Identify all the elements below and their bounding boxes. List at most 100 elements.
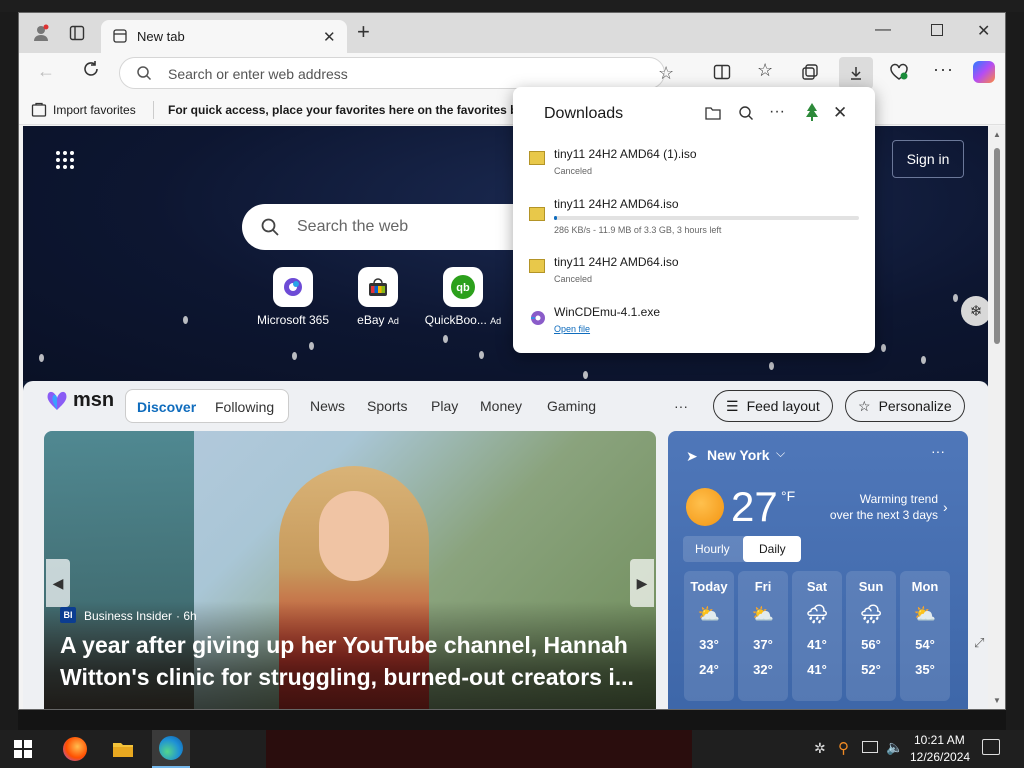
nav-news[interactable]: News: [310, 398, 345, 414]
msn-butterfly-icon: [47, 391, 67, 410]
forecast-day[interactable]: Fri ⛅ 37° 32°: [738, 571, 788, 701]
story-headline[interactable]: A year after giving up her YouTube chann…: [60, 629, 634, 693]
weather-location[interactable]: New York: [707, 447, 770, 463]
day-low: 52°: [861, 662, 881, 677]
close-downloads-icon[interactable]: ✕: [833, 103, 847, 123]
volume-icon[interactable]: 🔈: [886, 739, 903, 756]
scroll-up-icon[interactable]: ▲: [993, 130, 1001, 139]
tab-following[interactable]: Following: [215, 399, 274, 415]
sign-in-button[interactable]: Sign in: [892, 140, 964, 178]
day-high: 41°: [807, 637, 827, 652]
close-window-icon[interactable]: ✕: [977, 21, 990, 41]
collections-icon[interactable]: [801, 63, 819, 86]
clock-time[interactable]: 10:21 AM: [914, 733, 965, 747]
nav-sports[interactable]: Sports: [367, 398, 407, 414]
address-bar[interactable]: Search or enter web address ☆: [119, 57, 674, 89]
msn-logo[interactable]: msn: [45, 389, 114, 412]
download-name: WinCDEmu-4.1.exe: [554, 305, 661, 319]
quick-link-microsoft-365[interactable]: Microsoft 365: [253, 267, 333, 327]
tab-title: New tab: [137, 29, 185, 44]
daily-tab[interactable]: Daily: [759, 542, 786, 556]
scrollbar-thumb[interactable]: [994, 148, 1000, 344]
tab-actions-icon[interactable]: [63, 19, 91, 47]
close-tab-icon[interactable]: ✕: [323, 28, 336, 46]
chevron-right-icon[interactable]: ›: [943, 499, 948, 515]
downloads-button[interactable]: [839, 57, 873, 89]
firefox-icon[interactable]: [56, 730, 94, 768]
tab-discover[interactable]: Discover: [137, 399, 196, 415]
tray-cloud-icon[interactable]: ✲: [814, 740, 826, 757]
copilot-icon[interactable]: [973, 61, 995, 83]
forecast-day[interactable]: Mon ⛅ 54° 35°: [900, 571, 950, 701]
network-icon[interactable]: [862, 741, 878, 753]
browser-essentials-icon[interactable]: [889, 62, 909, 87]
scroll-down-icon[interactable]: ▼: [993, 696, 1001, 705]
day-high: 54°: [915, 637, 935, 652]
back-icon[interactable]: ←: [37, 61, 55, 82]
weather-card[interactable]: ➤ New York ⌵ ··· 27 °F Warming trend ove…: [668, 431, 968, 709]
quick-link-ebay[interactable]: eBay Ad: [338, 267, 418, 327]
msn-logo-text: msn: [73, 389, 115, 411]
profile-icon[interactable]: [27, 19, 55, 47]
weather-trend[interactable]: Warming trend over the next 3 days: [828, 491, 938, 523]
import-favorites-link[interactable]: Import favorites: [53, 103, 136, 117]
snowflake: [583, 371, 588, 379]
background-settings-icon[interactable]: ❄: [961, 296, 989, 326]
hourly-tab[interactable]: Hourly: [695, 542, 730, 556]
story-image-face: [319, 491, 389, 581]
feed-layout-button[interactable]: ☰ Feed layout: [713, 390, 833, 422]
clock-date[interactable]: 12/26/2024: [910, 750, 970, 764]
start-button[interactable]: [4, 730, 42, 768]
nav-gaming[interactable]: Gaming: [547, 398, 596, 414]
msn-feed: msn Discover Following News Sports Play …: [23, 381, 989, 709]
tab-new-tab[interactable]: New tab ✕: [101, 20, 347, 53]
download-name: tiny11 24H2 AMD64.iso: [554, 197, 679, 211]
forecast-day[interactable]: Sat 🌧 41° 41°: [792, 571, 842, 701]
next-story-button[interactable]: ▶: [630, 559, 654, 607]
chevron-down-icon[interactable]: ⌵: [776, 446, 785, 461]
nav-play[interactable]: Play: [431, 398, 458, 414]
file-explorer-icon[interactable]: [104, 730, 142, 768]
snowflake: [292, 352, 297, 360]
story-source: Business Insider: [84, 609, 173, 623]
expand-icon[interactable]: ⤢: [974, 635, 984, 651]
web-search-box[interactable]: Search the web: [242, 204, 542, 250]
weather-more-icon[interactable]: ···: [931, 443, 945, 459]
hero-story-card[interactable]: ◀ ▶ BI Business Insider · 6h A year afte…: [44, 431, 656, 709]
desktop-right: [1006, 12, 1024, 730]
open-folder-icon[interactable]: [705, 106, 721, 125]
edge-taskbar-icon[interactable]: [152, 730, 190, 768]
nav-money[interactable]: Money: [480, 398, 522, 414]
snowflake: [443, 335, 448, 343]
favorite-star-icon[interactable]: ☆: [658, 63, 674, 84]
downloads-more-icon[interactable]: ···: [769, 103, 785, 121]
more-menu-icon[interactable]: ···: [933, 59, 954, 80]
quick-link-quickbooks[interactable]: qb QuickBoo... Ad: [423, 267, 503, 327]
nav-more-icon[interactable]: ···: [674, 398, 688, 414]
snowflake: [39, 354, 44, 362]
forecast-day[interactable]: Sun 🌧 56° 52°: [846, 571, 896, 701]
day-high: 33°: [699, 637, 719, 652]
refresh-icon[interactable]: [81, 59, 101, 84]
split-screen-icon[interactable]: [713, 63, 731, 86]
search-downloads-icon[interactable]: [738, 105, 754, 126]
minimize-icon[interactable]: —: [875, 21, 891, 39]
ad-badge: Ad: [490, 316, 502, 326]
partly-cloudy-icon: ⛅: [751, 604, 775, 624]
maximize-icon[interactable]: [931, 24, 943, 36]
new-tab-plus-icon[interactable]: +: [357, 21, 370, 43]
day-label: Fri: [754, 579, 772, 594]
download-progress-fill: [554, 216, 558, 220]
windows-icon: [14, 740, 32, 758]
forecast-day[interactable]: Today ⛅ 33° 24°: [684, 571, 734, 701]
pin-icon[interactable]: [801, 101, 823, 128]
prev-story-button[interactable]: ◀: [46, 559, 70, 607]
page-scrollbar[interactable]: ▲ ▼: [988, 126, 1005, 709]
address-placeholder: Search or enter web address: [168, 66, 348, 82]
tray-search-icon[interactable]: ⚲: [838, 739, 849, 757]
open-file-link[interactable]: Open file: [554, 324, 854, 334]
favorites-icon[interactable]: ☆: [757, 60, 773, 81]
personalize-button[interactable]: ☆ Personalize: [845, 390, 965, 422]
notification-icon[interactable]: [982, 739, 1000, 755]
app-launcher-icon[interactable]: [55, 150, 75, 175]
